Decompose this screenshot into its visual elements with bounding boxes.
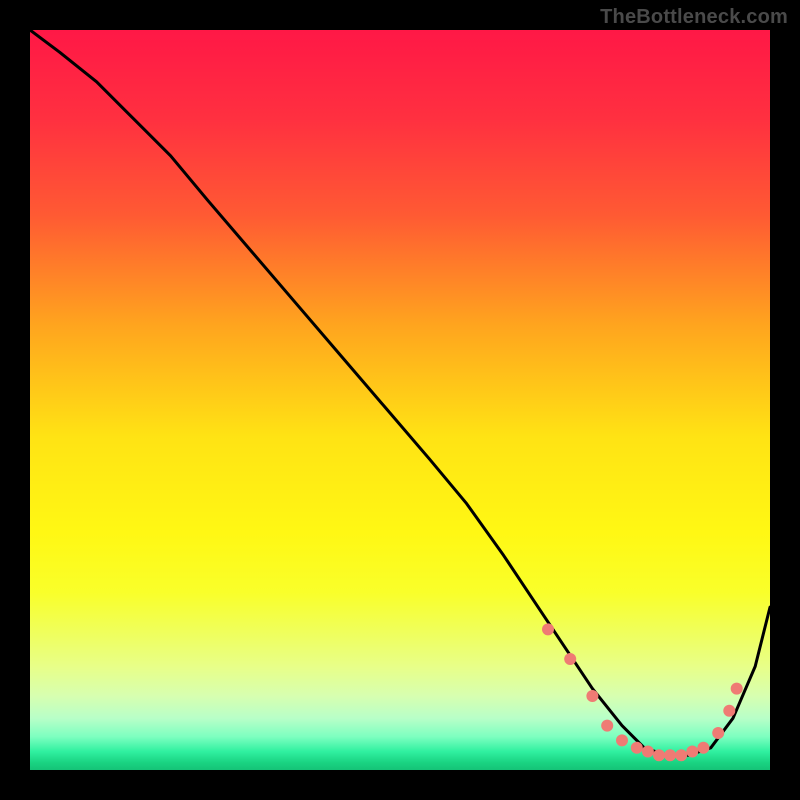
- curve-marker: [697, 742, 709, 754]
- chart-frame: TheBottleneck.com: [0, 0, 800, 800]
- curve-marker: [631, 742, 643, 754]
- curve-marker: [686, 746, 698, 758]
- chart-svg: [30, 30, 770, 770]
- curve-marker: [664, 749, 676, 761]
- curve-marker: [601, 720, 613, 732]
- curve-marker: [564, 653, 576, 665]
- curve-marker: [642, 746, 654, 758]
- curve-marker: [675, 749, 687, 761]
- attribution-text: TheBottleneck.com: [600, 6, 788, 29]
- curve-marker: [586, 690, 598, 702]
- curve-marker: [542, 623, 554, 635]
- plot-area: [30, 30, 770, 770]
- gradient-background: [30, 30, 770, 770]
- curve-marker: [653, 749, 665, 761]
- curve-marker: [731, 683, 743, 695]
- curve-marker: [723, 705, 735, 717]
- curve-marker: [712, 727, 724, 739]
- curve-marker: [616, 734, 628, 746]
